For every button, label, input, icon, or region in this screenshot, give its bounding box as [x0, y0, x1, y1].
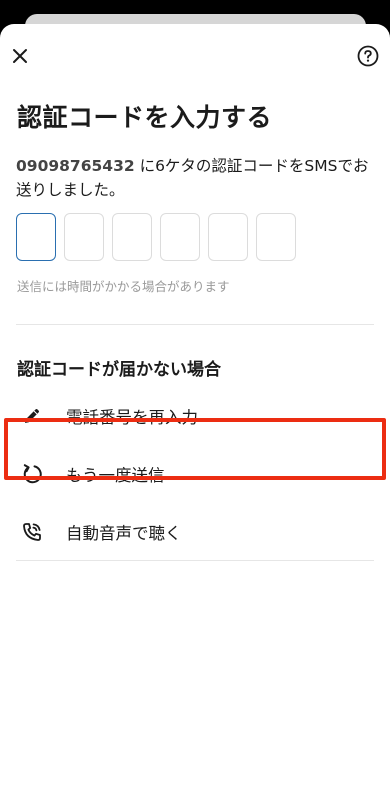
- phone-call-icon: [21, 521, 43, 543]
- code-digit-1[interactable]: [16, 213, 56, 261]
- code-digit-4[interactable]: [160, 213, 200, 261]
- code-digit-6[interactable]: [256, 213, 296, 261]
- code-digit-5[interactable]: [208, 213, 248, 261]
- help-circle-icon: [357, 45, 379, 67]
- phone-number: 09098765432: [16, 157, 135, 175]
- divider: [16, 560, 374, 561]
- sms-description: 09098765432 に6ケタの認証コードをSMSでお送りしました。: [16, 154, 378, 202]
- verification-sheet: 認証コードを入力する 09098765432 に6ケタの認証コードをSMSでお送…: [0, 24, 390, 804]
- help-button[interactable]: [356, 44, 380, 68]
- section-title: 認証コードが届かない場合: [17, 360, 221, 380]
- code-input-row: [16, 213, 296, 261]
- code-digit-3[interactable]: [112, 213, 152, 261]
- code-digit-2[interactable]: [64, 213, 104, 261]
- delivery-hint: 送信には時間がかかる場合があります: [17, 279, 230, 294]
- close-icon: [13, 49, 27, 63]
- page-title: 認証コードを入力する: [17, 103, 273, 132]
- close-button[interactable]: [8, 44, 32, 68]
- voice-call-label: 自動音声で聴く: [66, 524, 182, 543]
- voice-call-option[interactable]: 自動音声で聴く: [0, 506, 390, 558]
- divider: [16, 324, 374, 325]
- highlight-box: [4, 418, 386, 480]
